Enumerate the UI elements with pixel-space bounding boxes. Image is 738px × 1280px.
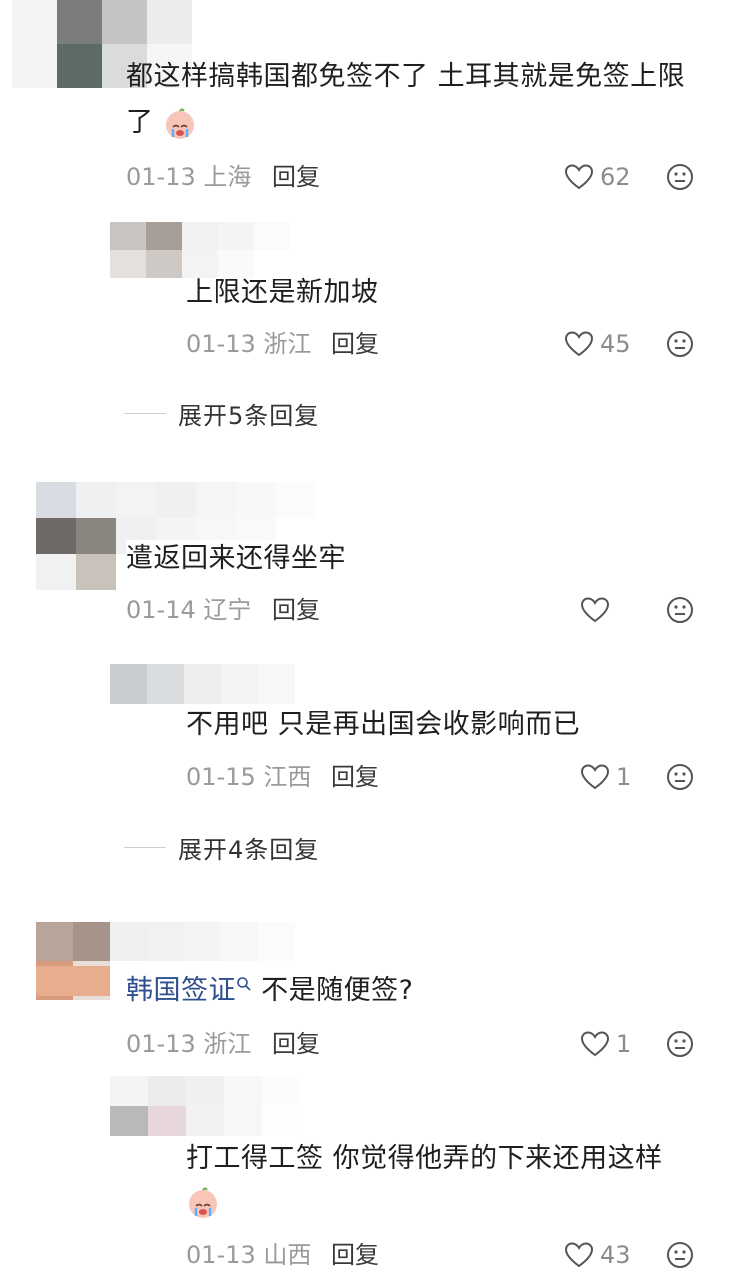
dislike-face-icon[interactable] bbox=[666, 330, 694, 358]
comment-emoji-line bbox=[186, 1186, 220, 1220]
like-count: 62 bbox=[600, 163, 631, 191]
comment-meta: 01-15 江西 bbox=[186, 762, 311, 792]
comment-date: 01-13 bbox=[186, 1241, 256, 1269]
comment-text: 不用吧 只是再出国会收影响而已 bbox=[186, 709, 581, 740]
heart-icon bbox=[580, 597, 610, 623]
comment-text-line2: 了 bbox=[126, 104, 197, 142]
comment-meta: 01-13 浙江 bbox=[126, 1029, 251, 1059]
comment-text-rest: 不是随便签? bbox=[252, 975, 414, 1006]
heart-icon bbox=[580, 764, 610, 790]
like-count: 1 bbox=[616, 1030, 632, 1058]
heart-icon bbox=[564, 331, 594, 357]
dislike-face-icon[interactable] bbox=[666, 1030, 694, 1058]
comment-location: 江西 bbox=[263, 763, 312, 791]
divider bbox=[124, 413, 166, 414]
expand-replies-label: 展开5条回复 bbox=[178, 402, 320, 430]
search-icon[interactable] bbox=[236, 976, 252, 992]
comment-date: 01-13 bbox=[186, 330, 256, 358]
like-button[interactable]: 62 bbox=[564, 160, 631, 194]
expand-replies-label: 展开4条回复 bbox=[178, 836, 320, 864]
crying-emoji-icon bbox=[189, 1187, 217, 1218]
expand-replies-button[interactable]: 展开5条回复 bbox=[124, 396, 319, 431]
comment-text-cont: 了 bbox=[126, 107, 154, 138]
comment-text: 遣返回来还得坐牢 bbox=[126, 540, 346, 578]
avatar[interactable] bbox=[110, 222, 290, 278]
heart-icon bbox=[564, 164, 594, 190]
dislike-face-icon[interactable] bbox=[666, 763, 694, 791]
comment-meta: 01-13 浙江 bbox=[186, 329, 311, 359]
comment-text: 都这样搞韩国都免签不了 土耳其就是免签上限 bbox=[126, 61, 686, 92]
like-count: 1 bbox=[616, 763, 632, 791]
heart-icon bbox=[580, 1031, 610, 1057]
comment-text: 上限还是新加坡 bbox=[186, 277, 379, 308]
comment-location: 辽宁 bbox=[203, 596, 252, 624]
comment-meta: 01-13 上海 bbox=[126, 162, 251, 192]
avatar[interactable] bbox=[110, 664, 295, 704]
comment-location: 上海 bbox=[203, 163, 252, 191]
reply-button[interactable]: 回复 bbox=[331, 762, 379, 792]
comment: 韩国签证 不是随便签? 01-13 浙江 回复 1 bbox=[0, 918, 738, 1078]
comment-meta: 01-14 辽宁 bbox=[126, 595, 251, 625]
like-button[interactable] bbox=[580, 593, 616, 627]
divider bbox=[124, 847, 166, 848]
avatar-badge bbox=[36, 966, 110, 996]
like-button[interactable]: 1 bbox=[580, 1027, 631, 1061]
heart-icon bbox=[564, 1242, 594, 1268]
reply-comment: 打工得工签 你觉得他弄的下来还用这样 01-13 山西 回复 43 bbox=[0, 1076, 738, 1280]
crying-emoji-icon bbox=[165, 108, 194, 139]
like-button[interactable]: 1 bbox=[580, 760, 631, 794]
comment-location: 浙江 bbox=[203, 1030, 252, 1058]
comment: 都这样搞韩国都免签不了 土耳其就是免签上限 了 01-13 上海 回复 62 bbox=[0, 0, 738, 200]
comment-location: 浙江 bbox=[263, 330, 312, 358]
reply-comment: 上限还是新加坡 01-13 浙江 回复 45 bbox=[0, 210, 738, 380]
reply-button[interactable]: 回复 bbox=[272, 595, 320, 625]
comment-meta: 01-13 山西 bbox=[186, 1240, 311, 1270]
comment-text: 打工得工签 你觉得他弄的下来还用这样 bbox=[186, 1140, 663, 1178]
keyword-link[interactable]: 韩国签证 bbox=[126, 975, 236, 1006]
comment-location: 山西 bbox=[263, 1241, 312, 1269]
reply-comment: 不用吧 只是再出国会收影响而已 01-15 江西 回复 1 bbox=[0, 636, 738, 806]
dislike-face-icon[interactable] bbox=[666, 596, 694, 624]
comment: 遣返回来还得坐牢 01-14 辽宁 回复 bbox=[0, 476, 738, 636]
comment-date: 01-13 bbox=[126, 163, 196, 191]
expand-replies-button[interactable]: 展开4条回复 bbox=[124, 830, 319, 865]
like-button[interactable]: 43 bbox=[564, 1238, 631, 1272]
reply-button[interactable]: 回复 bbox=[331, 1240, 379, 1270]
comment-date: 01-15 bbox=[186, 763, 256, 791]
avatar[interactable] bbox=[110, 1076, 300, 1136]
reply-button[interactable]: 回复 bbox=[331, 329, 379, 359]
reply-button[interactable]: 回复 bbox=[272, 1029, 320, 1059]
comment-text: 韩国签证 不是随便签? bbox=[126, 972, 414, 1010]
dislike-face-icon[interactable] bbox=[666, 1241, 694, 1269]
comment-date: 01-14 bbox=[126, 596, 196, 624]
reply-button[interactable]: 回复 bbox=[272, 162, 320, 192]
like-count: 43 bbox=[600, 1241, 631, 1269]
like-button[interactable]: 45 bbox=[564, 327, 631, 361]
dislike-face-icon[interactable] bbox=[666, 163, 694, 191]
like-count: 45 bbox=[600, 330, 631, 358]
comment-date: 01-13 bbox=[126, 1030, 196, 1058]
